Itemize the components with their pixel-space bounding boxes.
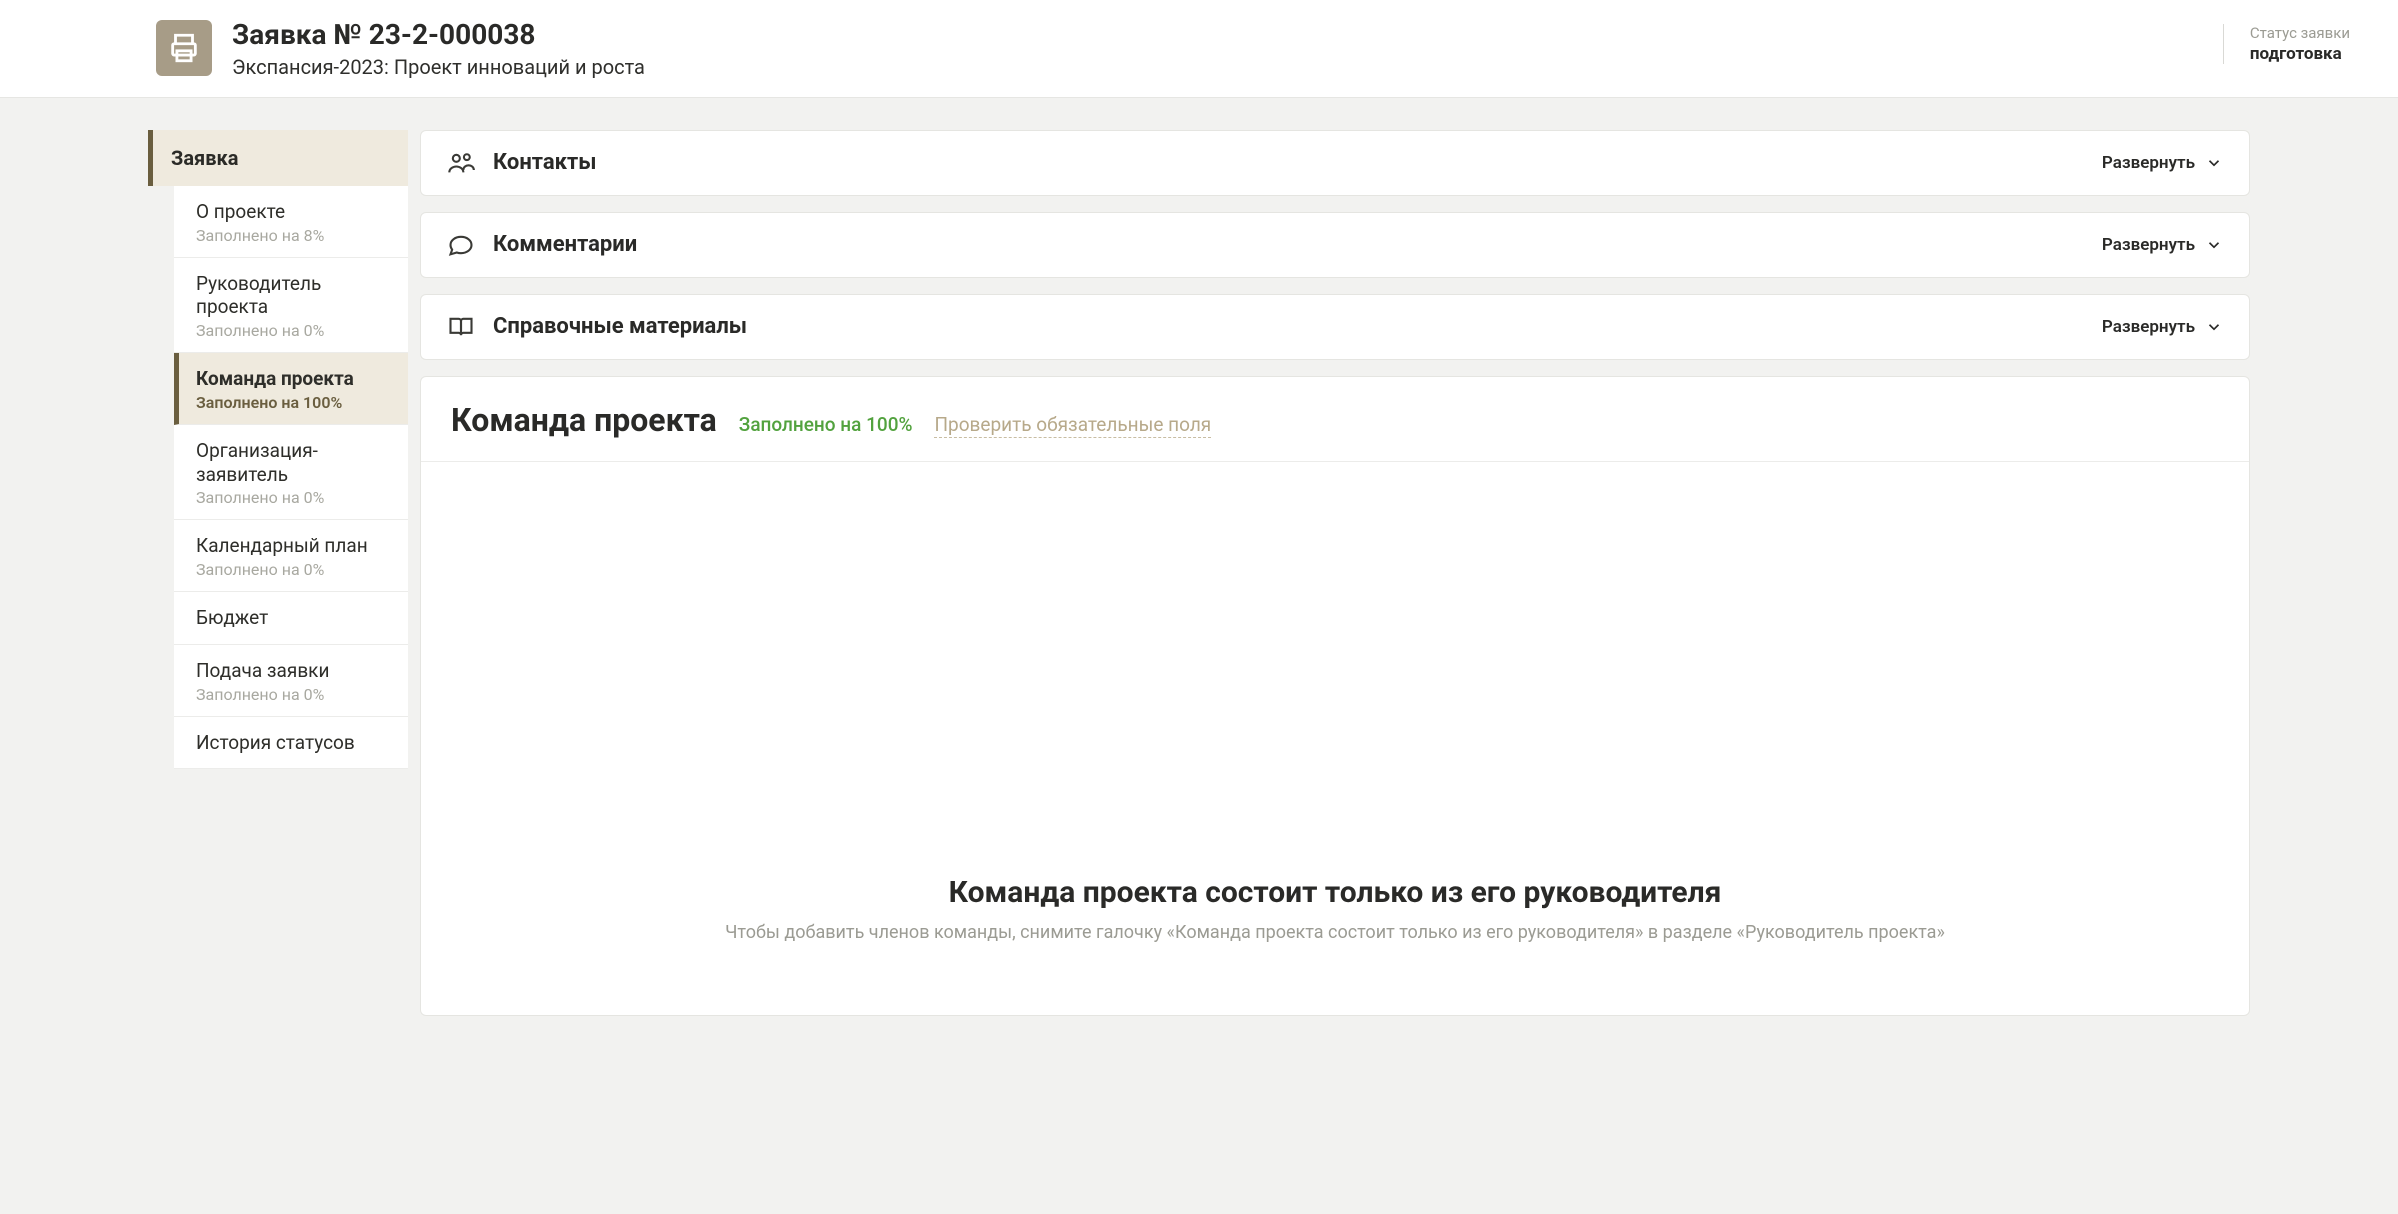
sidebar-item-progress: Заполнено на 0%: [196, 685, 390, 704]
accordion-expand[interactable]: Развернуть: [2102, 317, 2223, 337]
header-title-block: Заявка № 23-2-000038 Экспансия-2023: Про…: [232, 20, 645, 79]
sidebar-item-label: О проекте: [196, 200, 390, 224]
print-button[interactable]: [156, 20, 212, 76]
section-heading: Команда проекта: [451, 401, 717, 439]
sidebar-item-label: Бюджет: [196, 606, 390, 630]
sidebar-item-label: Руководитель проекта: [196, 272, 390, 320]
sidebar-item-about[interactable]: О проекте Заполнено на 8%: [174, 186, 408, 258]
chevron-down-icon: [2205, 318, 2223, 336]
sidebar-item-leader[interactable]: Руководитель проекта Заполнено на 0%: [174, 258, 408, 354]
sidebar-item-progress: Заполнено на 0%: [196, 488, 390, 507]
accordion-contacts[interactable]: Контакты Развернуть: [420, 130, 2250, 196]
sidebar-item-org[interactable]: Организация-заявитель Заполнено на 0%: [174, 425, 408, 521]
sidebar-item-progress: Заполнено на 0%: [196, 321, 390, 340]
section-progress: Заполнено на 100%: [739, 413, 913, 436]
book-icon: [447, 313, 475, 341]
sidebar-list: О проекте Заполнено на 8% Руководитель п…: [148, 186, 408, 770]
sidebar-item-label: Календарный план: [196, 534, 390, 558]
content-body: Команда проекта состоит только из его ру…: [421, 462, 2249, 1015]
sidebar-item-label: Команда проекта: [196, 367, 390, 391]
application-subtitle: Экспансия-2023: Проект инноваций и роста: [232, 55, 645, 79]
sidebar-item-calendar[interactable]: Календарный план Заполнено на 0%: [174, 520, 408, 592]
check-required-link[interactable]: Проверить обязательные поля: [934, 413, 1211, 438]
expand-label: Развернуть: [2102, 317, 2195, 337]
empty-text: Чтобы добавить членов команды, снимите г…: [451, 920, 2219, 945]
accordion-expand[interactable]: Развернуть: [2102, 153, 2223, 173]
speech-bubble-icon: [447, 231, 475, 259]
accordion-expand[interactable]: Развернуть: [2102, 235, 2223, 255]
sidebar-item-label: Подача заявки: [196, 659, 390, 683]
sidebar-item-history[interactable]: История статусов: [174, 717, 408, 770]
expand-label: Развернуть: [2102, 153, 2195, 173]
accordion-title: Контакты: [493, 150, 596, 175]
status-label: Статус заявки: [2250, 24, 2350, 42]
header-status: Статус заявки подготовка: [2223, 24, 2350, 64]
people-icon: [447, 149, 475, 177]
page-body: Заявка О проекте Заполнено на 8% Руковод…: [0, 98, 2398, 1076]
sidebar-item-label: Организация-заявитель: [196, 439, 390, 487]
content-card: Команда проекта Заполнено на 100% Провер…: [420, 376, 2250, 1016]
sidebar-item-team[interactable]: Команда проекта Заполнено на 100%: [174, 353, 408, 425]
sidebar-item-progress: Заполнено на 100%: [196, 393, 390, 412]
expand-label: Развернуть: [2102, 235, 2195, 255]
accordion-comments[interactable]: Комментарии Развернуть: [420, 212, 2250, 278]
content-head: Команда проекта Заполнено на 100% Провер…: [421, 377, 2249, 462]
sidebar: Заявка О проекте Заполнено на 8% Руковод…: [148, 130, 408, 770]
sidebar-item-progress: Заполнено на 8%: [196, 226, 390, 245]
accordion-title: Комментарии: [493, 232, 637, 257]
sidebar-item-label: История статусов: [196, 731, 390, 755]
empty-title: Команда проекта состоит только из его ру…: [451, 875, 2219, 910]
main-column: Контакты Развернуть Комментарии Разверну…: [420, 130, 2250, 1016]
sidebar-item-progress: Заполнено на 0%: [196, 560, 390, 579]
status-value: подготовка: [2250, 44, 2350, 64]
header-left: Заявка № 23-2-000038 Экспансия-2023: Про…: [156, 20, 645, 79]
page-header: Заявка № 23-2-000038 Экспансия-2023: Про…: [0, 0, 2398, 98]
sidebar-header: Заявка: [148, 130, 408, 186]
sidebar-item-submit[interactable]: Подача заявки Заполнено на 0%: [174, 645, 408, 717]
accordion-title: Справочные материалы: [493, 314, 747, 339]
application-title: Заявка № 23-2-000038: [232, 20, 645, 51]
accordion-reference[interactable]: Справочные материалы Развернуть: [420, 294, 2250, 360]
chevron-down-icon: [2205, 236, 2223, 254]
chevron-down-icon: [2205, 154, 2223, 172]
empty-state: Команда проекта состоит только из его ру…: [421, 875, 2249, 945]
sidebar-item-budget[interactable]: Бюджет: [174, 592, 408, 645]
printer-icon: [167, 31, 201, 65]
